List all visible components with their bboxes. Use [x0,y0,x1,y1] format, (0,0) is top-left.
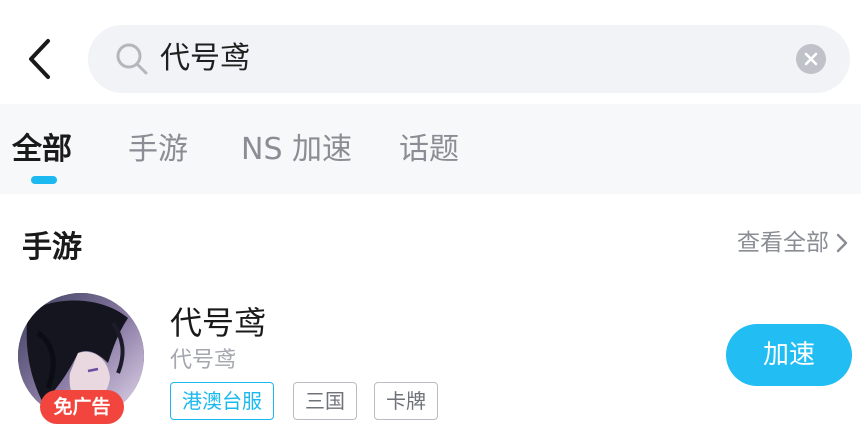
tab-all[interactable]: 全部 [12,130,72,170]
game-tag: 卡牌 [374,382,438,420]
clear-icon [804,52,818,66]
game-title: 代号鸢 [170,304,267,342]
top-bar: 代号鸢 [0,0,861,118]
clear-search-button[interactable] [796,44,826,74]
active-tab-indicator [31,176,57,184]
search-input[interactable]: 代号鸢 [160,25,250,93]
chevron-left-icon [29,39,50,79]
tab-topics[interactable]: 话题 [399,130,459,170]
game-tag: 港澳台服 [170,382,274,420]
section-title: 手游 [22,230,82,265]
see-all-label: 查看全部 [737,230,829,256]
game-subtitle: 代号鸢 [170,348,237,373]
search-bar[interactable]: 代号鸢 [88,25,850,93]
see-all-link[interactable]: 查看全部 [737,226,849,260]
game-tag: 三国 [293,382,357,420]
search-icon [116,43,148,75]
chevron-right-icon [836,233,848,253]
tab-mobile-games[interactable]: 手游 [128,130,188,170]
game-list-item[interactable]: 免广告 代号鸢 代号鸢 港澳台服 三国 卡牌 加速 [0,290,861,431]
tab-bar: 全部 手游 NS 加速 话题 [0,104,861,194]
ad-free-badge: 免广告 [40,390,124,424]
accelerate-button[interactable]: 加速 [726,324,852,386]
tab-ns-accelerate[interactable]: NS 加速 [241,130,352,170]
back-button[interactable] [22,36,62,82]
